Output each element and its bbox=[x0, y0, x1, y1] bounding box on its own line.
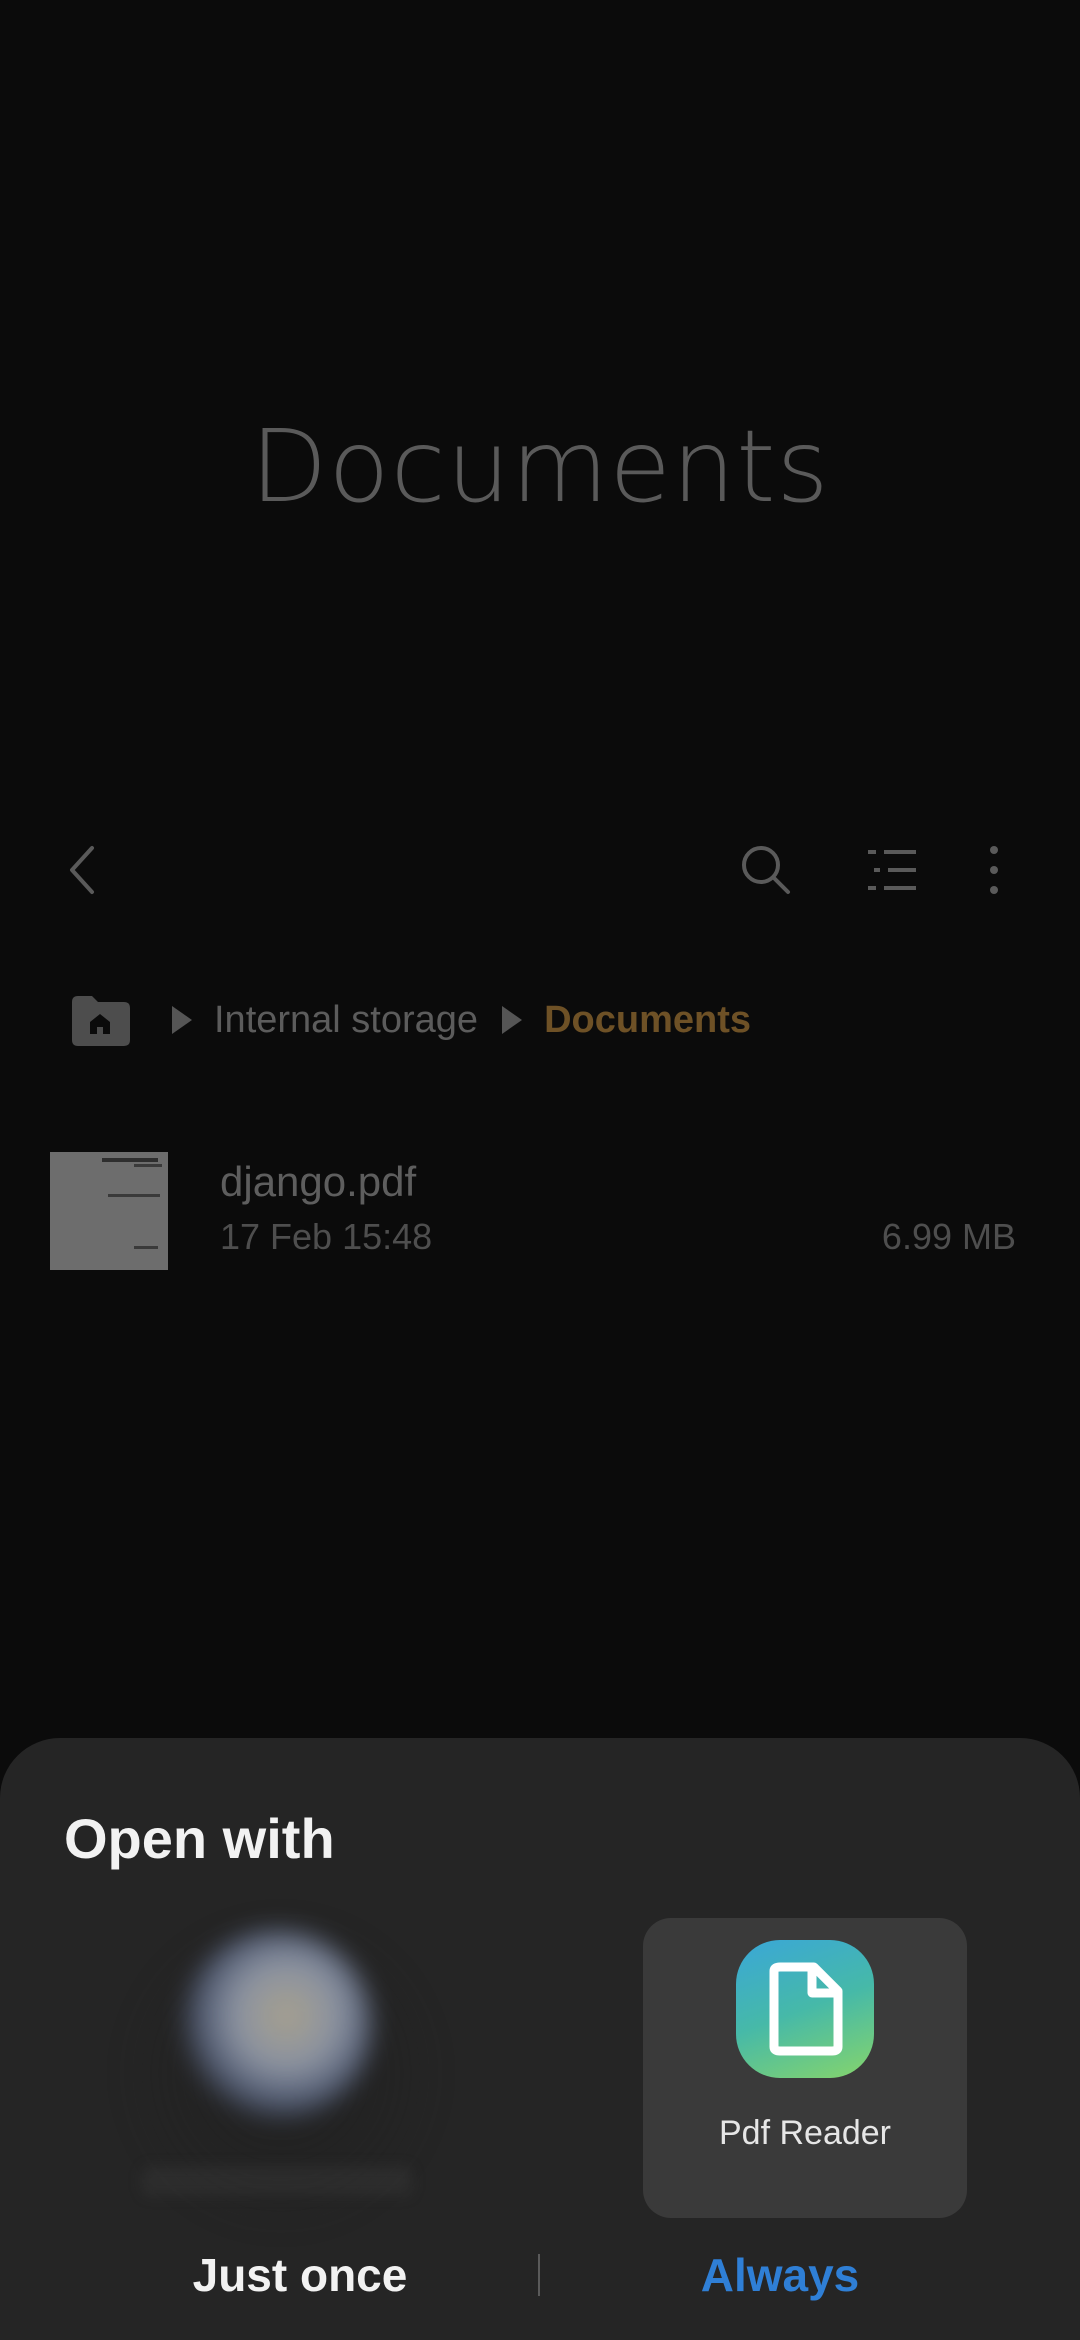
file-name: django.pdf bbox=[220, 1158, 417, 1205]
toolbar bbox=[0, 820, 1080, 920]
list-view-icon bbox=[868, 850, 916, 890]
breadcrumb-current: Documents bbox=[544, 998, 751, 1041]
file-list-item[interactable]: django.pdf 17 Feb 15:48 6.99 MB bbox=[0, 1150, 1080, 1272]
sheet-actions: Just once Always bbox=[0, 2230, 1080, 2320]
chevron-left-icon bbox=[70, 846, 94, 894]
list-view-button[interactable] bbox=[862, 840, 922, 900]
app-label: Pdf Reader bbox=[719, 2114, 891, 2152]
breadcrumb-separator-icon bbox=[172, 1006, 192, 1034]
more-options-button[interactable] bbox=[964, 840, 1024, 900]
always-button[interactable]: Always bbox=[600, 2230, 960, 2320]
breadcrumb-internal-storage[interactable]: Internal storage bbox=[214, 999, 478, 1042]
back-button[interactable] bbox=[52, 840, 112, 900]
app-option-loading[interactable] bbox=[116, 1908, 446, 2238]
more-vertical-icon bbox=[990, 846, 998, 894]
sheet-title: Open with bbox=[64, 1807, 335, 1870]
app-option-pdf-reader[interactable]: Pdf Reader bbox=[643, 1918, 967, 2218]
home-folder-icon bbox=[72, 996, 130, 1046]
document-icon bbox=[769, 1962, 843, 2056]
folder-title: Documents bbox=[250, 408, 830, 525]
home-folder-button[interactable] bbox=[68, 992, 132, 1048]
button-divider bbox=[538, 2254, 540, 2296]
search-icon bbox=[742, 846, 790, 894]
search-button[interactable] bbox=[736, 840, 796, 900]
breadcrumb-separator-icon bbox=[502, 1006, 523, 1034]
blurred-app-label bbox=[142, 2166, 412, 2196]
screen: Documents Internal storage Documents dja… bbox=[0, 0, 1080, 2340]
file-size: 6.99 MB bbox=[881, 1216, 1016, 1257]
open-with-sheet: Open with Pdf Reader Just once Always bbox=[0, 1738, 1080, 2340]
breadcrumb: Internal storage Documents bbox=[68, 984, 751, 1056]
just-once-button[interactable]: Just once bbox=[120, 2230, 480, 2320]
pdf-reader-app-icon bbox=[736, 1940, 874, 2078]
file-date: 17 Feb 15:48 bbox=[220, 1216, 433, 1257]
blurred-app-icon bbox=[182, 1930, 372, 2120]
pdf-thumbnail bbox=[50, 1152, 168, 1270]
